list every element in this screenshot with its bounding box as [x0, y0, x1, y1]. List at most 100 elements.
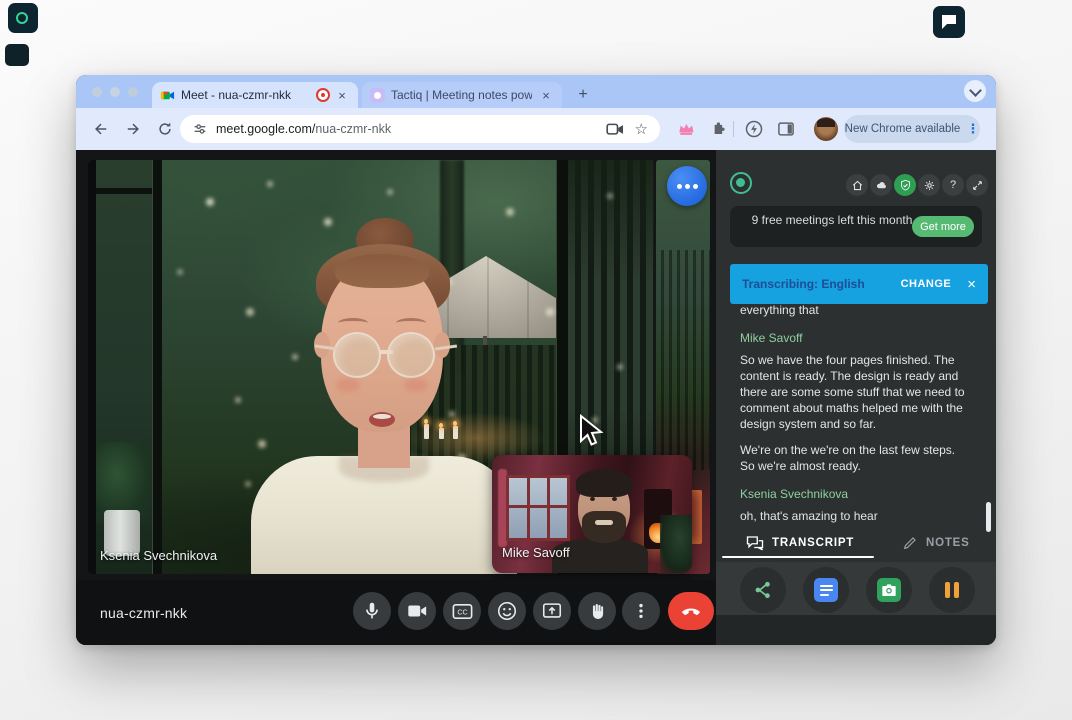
tab-title: Tactiq | Meeting notes powe [391, 88, 532, 102]
open-document-button[interactable] [803, 567, 849, 613]
tab-notes[interactable]: NOTES [902, 535, 970, 551]
quota-text: 9 free meetings left this month [748, 213, 916, 228]
shield-check-icon[interactable] [894, 174, 916, 196]
chat-bubble-icon [940, 14, 958, 30]
candle [424, 424, 429, 439]
window-zoom-button[interactable] [128, 87, 138, 97]
chrome-update-chip[interactable]: New Chrome available ⋮ [844, 115, 980, 143]
tab-strip: Meet - nua-czmr-nkk × Tactiq | Meeting n… [76, 75, 996, 108]
forward-button[interactable] [124, 120, 142, 138]
toolbar-divider [733, 121, 734, 137]
tab-meet[interactable]: Meet - nua-czmr-nkk × [152, 82, 358, 108]
extensions-puzzle-icon[interactable] [708, 119, 728, 139]
pause-recording-button[interactable] [929, 567, 975, 613]
glasses-lens [333, 332, 381, 378]
tab-tactiq[interactable]: Tactiq | Meeting notes powe × [362, 82, 562, 108]
transcript-list[interactable]: everything that Mike Savoff So we have t… [740, 302, 972, 524]
address-bar[interactable]: meet.google.com/nua-czmr-nkk ☆ [180, 115, 660, 143]
cloud-upload-icon[interactable] [870, 174, 892, 196]
eye [612, 497, 617, 501]
more-options-icon [631, 601, 651, 621]
end-call-button[interactable] [668, 592, 714, 630]
profile-avatar[interactable] [814, 117, 838, 141]
mouse-cursor [578, 414, 608, 448]
floating-chat-chip[interactable] [933, 6, 965, 38]
url-path: nua-czmr-nkk [315, 122, 391, 136]
glasses-lens [387, 332, 435, 378]
camera-button[interactable] [398, 592, 436, 630]
candle [453, 426, 458, 439]
tab-title: Meet - nua-czmr-nkk [181, 88, 310, 102]
cheek [336, 378, 360, 392]
door-frame [88, 160, 96, 574]
side-panel-icon[interactable] [776, 119, 796, 139]
string-lights [88, 160, 92, 164]
screenshot-button[interactable] [866, 567, 912, 613]
transcribing-status: Transcribing: English [742, 277, 901, 291]
tab-search-chevron-button[interactable] [964, 80, 986, 102]
captions-button[interactable]: CC [443, 592, 481, 630]
home-icon[interactable] [846, 174, 868, 196]
change-language-button[interactable]: CHANGE [901, 278, 952, 290]
screenshot-camera-icon [877, 578, 901, 602]
tactiq-ring-icon [16, 12, 28, 24]
pink-extension-icon[interactable] [676, 119, 696, 139]
window-close-button[interactable] [92, 87, 102, 97]
tab-close-icon[interactable]: × [334, 88, 350, 103]
video-tile-pip[interactable]: Mike Savoff [492, 455, 692, 573]
sidebar-bottom-strip [716, 615, 996, 645]
meet-control-bar: nua-czmr-nkk CC [76, 580, 716, 645]
transcribing-banner: Transcribing: English CHANGE × [730, 264, 988, 304]
url-host: meet.google.com/ [216, 122, 315, 136]
desktop: { "browser": { "tab1": { "title": "Meet … [0, 0, 1072, 720]
floating-logo-chip[interactable] [8, 3, 38, 33]
eye [590, 497, 595, 501]
settings-gear-icon[interactable] [918, 174, 940, 196]
active-tab-underline [722, 556, 874, 558]
meeting-code-label: nua-czmr-nkk [100, 580, 187, 645]
hair [576, 469, 632, 497]
transcript-text: everything that [740, 302, 972, 318]
camera-permission-icon[interactable] [606, 122, 625, 137]
tab-transcript[interactable]: TRANSCRIPT [746, 535, 854, 551]
tab-close-icon[interactable]: × [538, 88, 554, 103]
get-more-button[interactable]: Get more [912, 216, 974, 237]
new-tab-button[interactable]: + [572, 84, 594, 106]
browser-menu-icon[interactable]: ⋮ [966, 121, 979, 137]
microphone-button[interactable] [353, 592, 391, 630]
scrollbar-thumb[interactable] [986, 502, 991, 532]
back-button[interactable] [92, 120, 110, 138]
share-icon [752, 579, 774, 601]
reload-button[interactable] [156, 120, 174, 138]
raise-hand-button[interactable] [578, 592, 616, 630]
tactiq-logo-icon [730, 172, 752, 194]
banner-close-icon[interactable]: × [967, 276, 976, 293]
transcript-speaker: Mike Savoff [740, 330, 972, 346]
browser-window: Meet - nua-czmr-nkk × Tactiq | Meeting n… [76, 75, 996, 645]
more-options-button[interactable] [622, 592, 660, 630]
window [506, 475, 570, 541]
meet-page: Ksenia Svechnikova Mike Savoff [76, 150, 716, 645]
browser-toolbar: meet.google.com/nua-czmr-nkk ☆ New Chrom… [76, 108, 996, 150]
help-icon[interactable]: ? [942, 174, 964, 196]
tactiq-sidebar: ? 9 free meetings left this month Get mo… [716, 150, 996, 645]
present-screen-button[interactable] [533, 592, 571, 630]
site-settings-icon[interactable] [192, 121, 208, 137]
share-button[interactable] [740, 567, 786, 613]
reactions-button[interactable] [488, 592, 526, 630]
bolt-circle-extension-icon[interactable] [744, 119, 764, 139]
floating-chip-partial [5, 44, 29, 66]
transcript-speaker: Ksenia Svechnikova [740, 486, 972, 502]
chat-bubble-icon [746, 535, 764, 551]
eyebrow [338, 318, 368, 328]
eyebrow [396, 318, 426, 328]
window-minimize-button[interactable] [110, 87, 120, 97]
chrome-update-label: New Chrome available [845, 123, 961, 135]
participant-name-label: Ksenia Svechnikova [100, 548, 217, 563]
bookmark-star-icon[interactable]: ☆ [635, 120, 648, 138]
end-call-icon [679, 599, 703, 623]
sidebar-tabs: TRANSCRIPT NOTES [716, 532, 996, 558]
pencil-icon [902, 535, 918, 551]
diagonal-arrows-icon[interactable] [966, 174, 988, 196]
chat-messages-button[interactable] [667, 166, 707, 206]
